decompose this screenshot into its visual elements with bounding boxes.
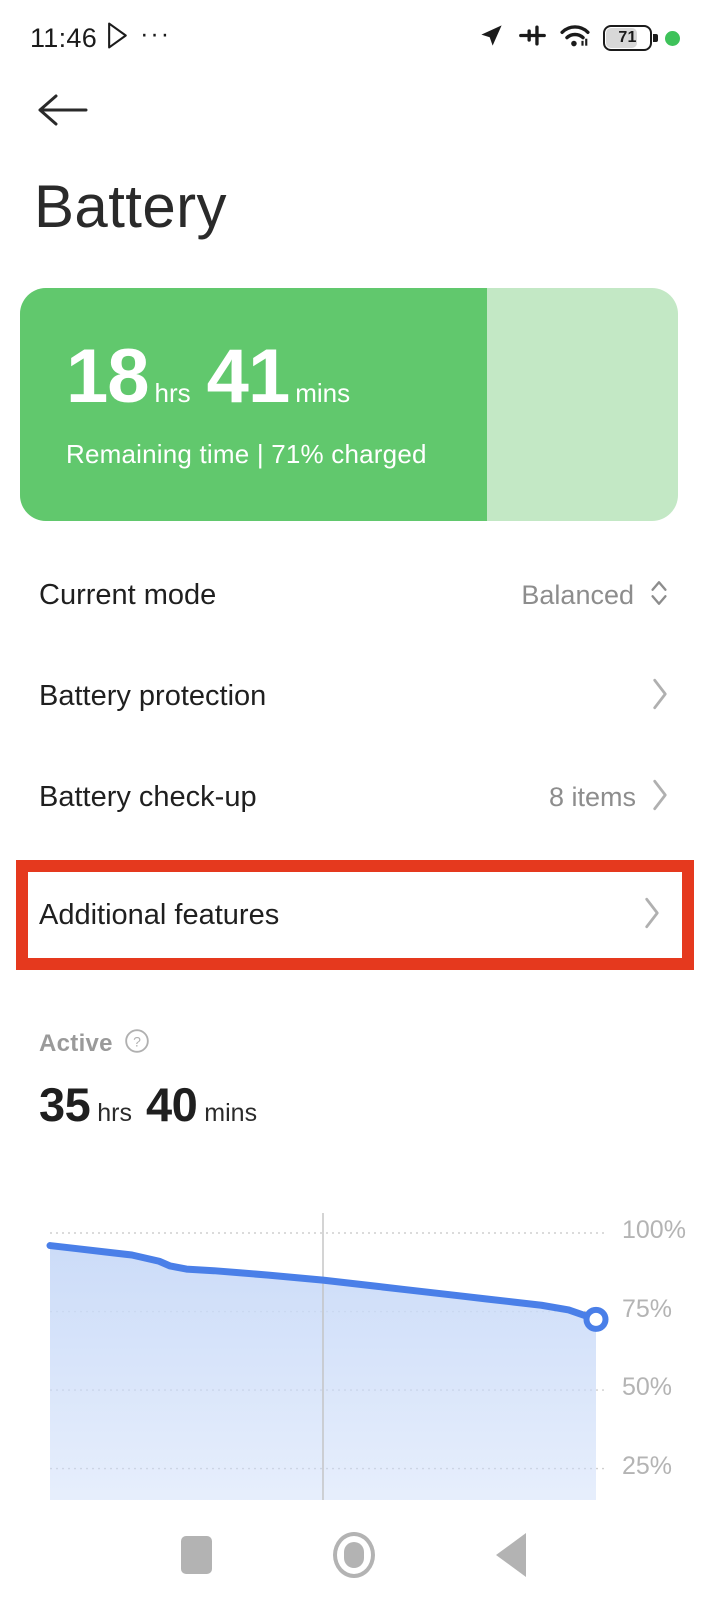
- system-nav-bar: [0, 1510, 706, 1600]
- row-current-mode[interactable]: Current mode Balanced: [0, 545, 706, 646]
- play-store-icon: [106, 22, 131, 54]
- help-circle-icon[interactable]: ?: [124, 1028, 150, 1059]
- active-hours-unit: hrs: [97, 1099, 133, 1127]
- more-options-icon[interactable]: ···: [140, 22, 171, 48]
- row-battery-protection[interactable]: Battery protection: [0, 646, 706, 747]
- remaining-time-display: 18 hrs 41 mins: [66, 339, 678, 415]
- chart-y-tick-label: 50%: [622, 1373, 673, 1402]
- remaining-minutes: 41: [206, 334, 291, 419]
- svg-text:?: ?: [133, 1033, 141, 1049]
- active-duration: 35 hrs 40 mins: [39, 1081, 257, 1128]
- status-bar-right: 71: [478, 22, 680, 54]
- remaining-hours-unit: hrs: [154, 378, 191, 408]
- triangle-left-icon[interactable]: [495, 1533, 526, 1577]
- page-title: Battery: [34, 173, 227, 240]
- battery-card-subtitle: Remaining time | 71% charged: [66, 439, 427, 469]
- settings-list: Current mode Balanced Battery protection…: [0, 545, 706, 848]
- row-battery-checkup[interactable]: Battery check-up 8 items: [0, 747, 706, 848]
- back-arrow-button[interactable]: [36, 88, 106, 140]
- active-hours: 35: [39, 1078, 91, 1131]
- active-label: Active: [39, 1029, 113, 1057]
- green-dot-icon: [665, 30, 680, 46]
- remaining-minutes-unit: mins: [295, 378, 351, 408]
- chevron-right-icon[interactable]: [650, 676, 670, 717]
- row-battery-protection-label: Battery protection: [39, 680, 267, 712]
- active-header: Active ?: [39, 1028, 257, 1059]
- status-bar: 11:46 ··· 71: [0, 0, 706, 76]
- active-section: Active ? 35 hrs 40 mins: [39, 1028, 257, 1128]
- chart-y-tick-label: 75%: [622, 1294, 673, 1323]
- chevron-right-icon[interactable]: [642, 895, 662, 936]
- row-battery-protection-right: [650, 676, 670, 717]
- row-battery-checkup-value: 8 items: [548, 782, 636, 812]
- remaining-hours: 18: [66, 334, 150, 419]
- battery-history-chart[interactable]: [0, 1190, 706, 1510]
- battery-icon: 71: [603, 25, 658, 51]
- chevron-right-icon[interactable]: [650, 777, 670, 818]
- active-minutes-unit: mins: [204, 1099, 258, 1127]
- battery-summary-card[interactable]: 18 hrs 41 mins Remaining time | 71% char…: [20, 288, 678, 521]
- row-battery-checkup-right: 8 items: [549, 777, 670, 818]
- row-additional-features-label: Additional features: [39, 898, 280, 931]
- row-battery-checkup-label: Battery check-up: [39, 781, 257, 813]
- circle-icon[interactable]: [332, 1532, 375, 1578]
- row-additional-features[interactable]: Additional features: [0, 855, 706, 975]
- battery-percent-label: 71: [618, 29, 637, 46]
- battery-card-content: 18 hrs 41 mins Remaining time | 71% char…: [66, 288, 678, 521]
- selector-updown-icon[interactable]: [648, 578, 670, 613]
- wifi-icon: [560, 23, 590, 53]
- chart-y-axis-labels: 100% 75% 50% 25%: [610, 1190, 700, 1510]
- active-minutes: 40: [146, 1078, 198, 1131]
- row-current-mode-right: Balanced: [521, 578, 670, 613]
- row-current-mode-label: Current mode: [39, 579, 217, 611]
- square-icon[interactable]: [180, 1536, 212, 1574]
- location-arrow-icon: [478, 22, 505, 54]
- row-current-mode-value: Balanced: [521, 580, 634, 610]
- chart-y-tick-label: 100%: [622, 1216, 686, 1244]
- status-bar-left: 11:46 ···: [30, 22, 171, 54]
- clock-label: 11:46: [30, 22, 98, 53]
- airplane-mode-icon: [518, 22, 547, 54]
- chart-canvas: [46, 1213, 609, 1500]
- chart-y-tick-label: 25%: [622, 1451, 673, 1480]
